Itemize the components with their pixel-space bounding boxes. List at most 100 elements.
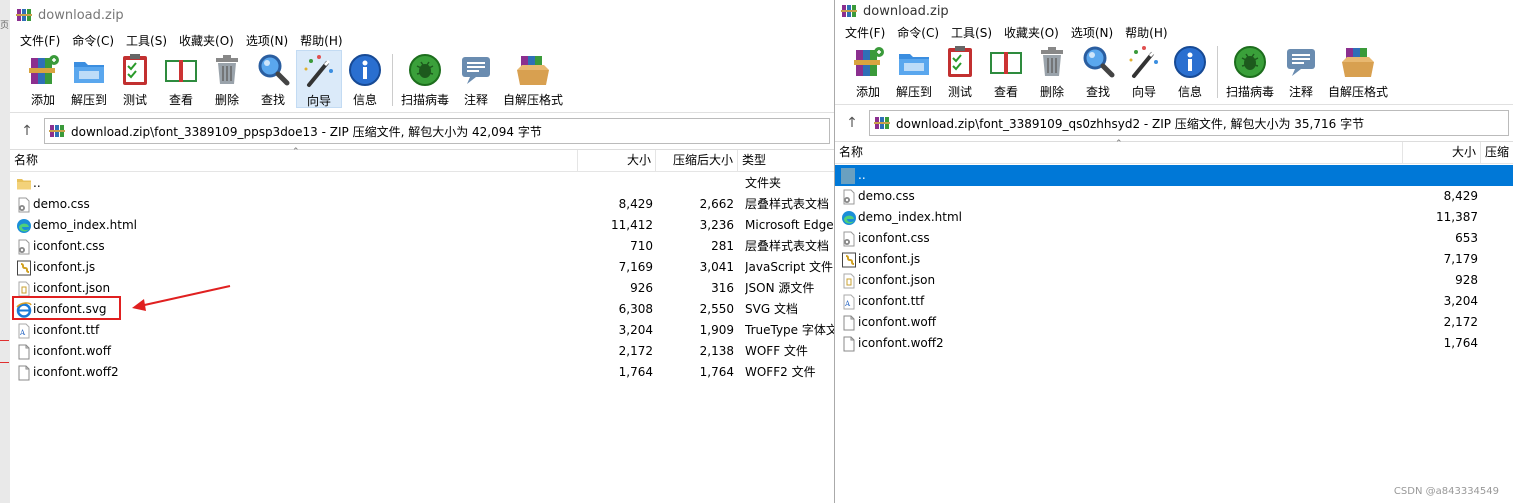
toolbar-button-magnifier[interactable]: 查找 [250,50,296,108]
toolbar-button-info[interactable]: 信息 [342,50,388,108]
edge-html-icon [841,210,857,226]
column-name-label: 名称 [839,145,864,159]
file-size: 8,429 [1443,189,1478,203]
file-row[interactable]: iconfont.css 653 [835,228,1513,249]
column-packed[interactable]: 压缩 [1481,142,1513,163]
toolbar-button-view-book[interactable]: 查看 [158,50,204,108]
file-row[interactable]: iconfont.css 710 281 层叠样式表文档 [10,236,834,257]
file-type: TrueType 字体文 [745,323,834,337]
file-name: iconfont.css [858,231,930,245]
menu-file[interactable]: 文件(F) [14,32,66,49]
address-bar: ↑ download.zip\font_3389109_qs0zhhsyd2 -… [835,105,1513,142]
file-row[interactable]: demo.css 8,429 2,662 层叠样式表文档 [10,194,834,215]
file-row[interactable]: iconfont.woff 2,172 [835,312,1513,333]
toolbar: 添加 解压到 测试 查看 删除 查找 向导 信息 扫描病毒 注释 自解压格式 [835,42,1513,105]
add-archive-icon [850,44,886,80]
menu-help[interactable]: 帮助(H) [1119,24,1173,41]
title-bar[interactable]: download.zip [10,0,834,30]
file-row[interactable]: iconfont.woff2 1,764 [835,333,1513,354]
menu-tools[interactable]: 工具(S) [120,32,173,49]
file-row[interactable]: iconfont.woff2 1,764 1,764 WOFF2 文件 [10,362,834,383]
folder-icon [841,168,855,184]
toolbar-button-virus-scan[interactable]: 扫描病毒 [1222,42,1278,100]
extract-folder-icon [896,44,932,80]
column-size[interactable]: 大小 [578,150,656,171]
toolbar-button-view-book[interactable]: 查看 [983,42,1029,100]
toolbar-button-test-clipboard[interactable]: 测试 [937,42,983,100]
path-field[interactable]: download.zip\font_3389109_qs0zhhsyd2 - Z… [869,110,1509,136]
column-packed[interactable]: 压缩后大小 [656,150,738,171]
menu-options[interactable]: 选项(N) [240,32,294,49]
file-row[interactable]: .. 文件夹 [10,173,834,194]
file-type: WOFF2 文件 [745,365,816,379]
toolbar-button-info[interactable]: 信息 [1167,42,1213,100]
title-bar[interactable]: download.zip [835,0,1513,22]
path-field[interactable]: download.zip\font_3389109_ppsp3doe13 - Z… [44,118,830,144]
toolbar-button-extract-folder[interactable]: 解压到 [891,42,937,100]
ttf-file-icon: A [841,294,857,310]
file-name: demo_index.html [858,210,963,224]
file-size: 710 [630,239,653,253]
toolbar-button-trash[interactable]: 删除 [204,50,250,108]
menu-options[interactable]: 选项(N) [1065,24,1119,41]
virus-scan-icon [407,52,443,88]
toolbar-button-sfx-box[interactable]: 自解压格式 [1324,42,1392,100]
file-row[interactable]: demo.css 8,429 [835,186,1513,207]
sort-caret-icon: ⌃ [292,147,300,157]
file-name: iconfont.woff2 [33,365,119,379]
toolbar-button-trash[interactable]: 删除 [1029,42,1075,100]
file-row[interactable]: iconfont.json 928 [835,270,1513,291]
menu-help[interactable]: 帮助(H) [294,32,348,49]
file-type: 层叠样式表文档 [745,239,830,253]
file-name: iconfont.ttf [33,323,100,337]
toolbar-button-add-archive[interactable]: 添加 [845,42,891,100]
column-type[interactable]: 类型 [738,150,834,171]
file-row[interactable]: Aiconfont.ttf 3,204 1,909 TrueType 字体文 [10,320,834,341]
blank-file-icon [16,344,32,360]
comment-icon [458,52,494,88]
toolbar-button-label: 查找 [1085,85,1110,99]
file-name: iconfont.css [33,239,105,253]
toolbar-button-add-archive[interactable]: 添加 [20,50,66,108]
file-row[interactable]: demo_index.html 11,412 3,236 Microsoft Edge [10,215,834,236]
file-row[interactable]: demo_index.html 11,387 [835,207,1513,228]
column-size[interactable]: 大小 [1403,142,1481,163]
file-packed-size: 2,550 [699,302,734,316]
menu-commands[interactable]: 命令(C) [891,24,945,41]
menu-commands[interactable]: 命令(C) [66,32,120,49]
toolbar-button-extract-folder[interactable]: 解压到 [66,50,112,108]
sfx-box-icon [515,52,551,88]
sort-caret-icon: ⌃ [1115,139,1123,149]
magnifier-icon [1080,44,1116,80]
file-row[interactable]: iconfont.js 7,169 3,041 JavaScript 文件 [10,257,834,278]
file-packed-size: 1,764 [699,365,734,379]
up-arrow-icon[interactable]: ↑ [10,123,44,139]
file-packed-size: 3,041 [699,260,734,274]
up-arrow-icon[interactable]: ↑ [835,115,869,131]
file-row[interactable]: iconfont.js 7,179 [835,249,1513,270]
file-size: 6,308 [618,302,653,316]
menu-favorites[interactable]: 收藏夹(O) [173,32,240,49]
winrar-app-icon [16,7,32,23]
toolbar-button-label: 解压到 [895,85,932,99]
toolbar-button-virus-scan[interactable]: 扫描病毒 [397,50,453,108]
file-size: 8,429 [618,197,653,211]
toolbar-button-wizard-wand[interactable]: 向导 [296,50,342,108]
toolbar-button-sfx-box[interactable]: 自解压格式 [499,50,567,108]
json-file-icon [16,281,32,297]
menu-tools[interactable]: 工具(S) [945,24,998,41]
toolbar-button-comment[interactable]: 注释 [1278,42,1324,100]
winrar-app-icon [841,3,857,19]
file-row[interactable]: Aiconfont.ttf 3,204 [835,291,1513,312]
menu-file[interactable]: 文件(F) [839,24,891,41]
menu-favorites[interactable]: 收藏夹(O) [998,24,1065,41]
toolbar-button-test-clipboard[interactable]: 测试 [112,50,158,108]
file-row[interactable]: iconfont.woff 2,172 2,138 WOFF 文件 [10,341,834,362]
folder-icon [16,176,32,192]
toolbar-button-wizard-wand[interactable]: 向导 [1121,42,1167,100]
column-size-label: 大小 [626,153,651,167]
toolbar-button-magnifier[interactable]: 查找 [1075,42,1121,100]
toolbar-button-comment[interactable]: 注释 [453,50,499,108]
bg-red-line [0,340,9,341]
file-row[interactable]: .. [835,165,1513,186]
